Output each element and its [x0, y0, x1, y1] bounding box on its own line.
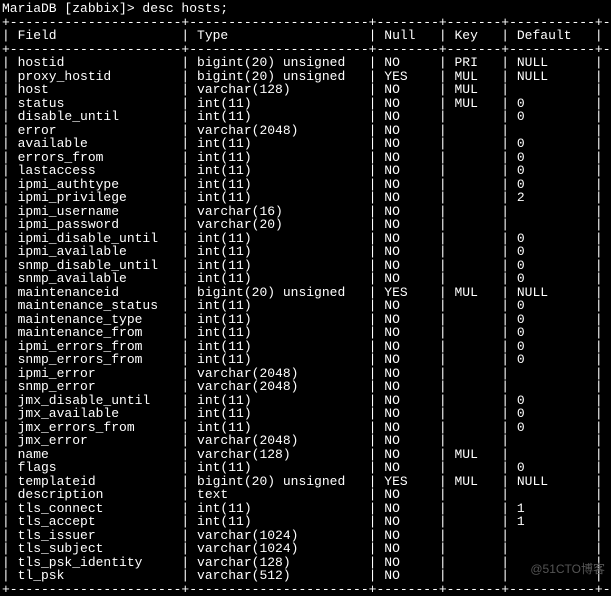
table-body: | hostid | bigint(20) unsigned | NO | PR…: [2, 55, 611, 583]
table-border-bottom: +----------------------+----------------…: [2, 582, 611, 596]
terminal-output: MariaDB [zabbix]> desc hosts; +---------…: [0, 0, 611, 596]
